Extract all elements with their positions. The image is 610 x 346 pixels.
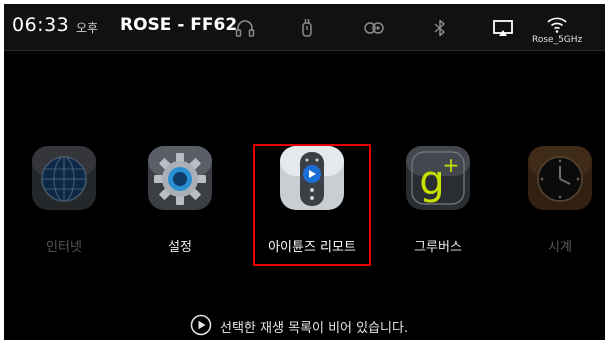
app-label: 설정 [168, 240, 192, 255]
playlist-empty-message: 선택한 재생 목록이 비어 있습니다. [220, 321, 409, 336]
app-settings[interactable]: 설정 [130, 144, 230, 264]
bluetooth-icon[interactable] [427, 16, 453, 40]
wifi-network-label: Rose_5GHz [532, 35, 583, 45]
headphones-icon[interactable] [232, 16, 258, 40]
clock-icon [526, 144, 594, 212]
groovers-icon: g + [404, 144, 472, 212]
usb-icon[interactable] [294, 16, 320, 40]
app-groovers[interactable]: g + 그루버스 [388, 144, 488, 264]
app-clock[interactable]: 시계 [510, 144, 605, 264]
screen: 06:33 오후 ROSE - FF62 Rose_5GHz 인터넷 설정 아이… [4, 4, 605, 340]
svg-text:g: g [419, 158, 444, 204]
gear-icon [146, 144, 214, 212]
app-label: 시계 [548, 240, 572, 255]
selection-highlight [253, 144, 371, 266]
airplay-icon[interactable] [490, 16, 516, 40]
play-circle-icon[interactable] [190, 314, 212, 336]
wifi-icon[interactable] [544, 12, 570, 36]
clock-time: 06:33 [12, 14, 70, 36]
record-icon[interactable] [361, 16, 387, 40]
clock-ampm: 오후 [76, 21, 99, 35]
app-label: 인터넷 [46, 240, 82, 255]
svg-text:+: + [443, 153, 460, 177]
device-name[interactable]: ROSE - FF62 [120, 15, 237, 35]
globe-icon [30, 144, 98, 212]
app-label: 그루버스 [414, 240, 462, 255]
app-internet[interactable]: 인터넷 [14, 144, 114, 264]
status-bar: 06:33 오후 ROSE - FF62 Rose_5GHz [4, 4, 605, 51]
